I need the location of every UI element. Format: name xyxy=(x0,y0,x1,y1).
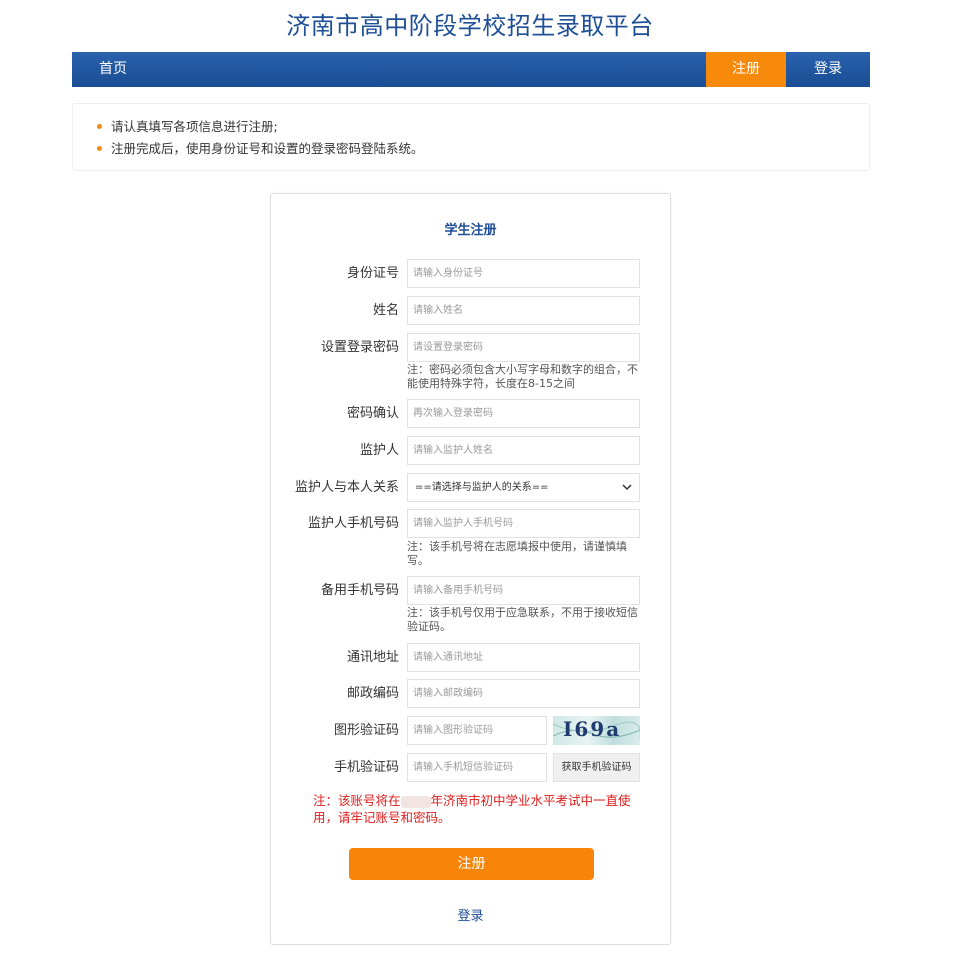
login-link[interactable]: 登录 xyxy=(271,905,670,924)
captcha-label: 图形验证码 xyxy=(333,723,399,738)
notice-item: 请认真填写各项信息进行注册; xyxy=(95,116,869,138)
confirm-password-input[interactable] xyxy=(407,399,640,428)
backup-phone-label: 备用手机号码 xyxy=(320,583,399,598)
postcode-input[interactable] xyxy=(407,679,640,708)
get-sms-code-button[interactable]: 获取手机验证码 xyxy=(553,753,640,782)
postcode-label: 邮政编码 xyxy=(346,686,399,701)
guardian-phone-input[interactable] xyxy=(407,509,640,538)
sms-code-input[interactable] xyxy=(407,753,547,782)
backup-phone-input[interactable] xyxy=(407,576,640,605)
guardian-phone-label: 监护人手机号码 xyxy=(307,516,399,531)
id-number-label: 身份证号 xyxy=(346,266,399,281)
bullet-icon xyxy=(97,124,102,129)
notice-text: 请认真填写各项信息进行注册; xyxy=(111,119,278,134)
site-title: 济南市高中阶段学校招生录取平台 xyxy=(286,12,654,40)
account-warning: 注：该账号将在 年济南市初中学业水平考试中一直使用，请牢记账号和密码。 xyxy=(313,792,633,826)
password-label: 设置登录密码 xyxy=(320,340,399,355)
nav-login-link[interactable]: 登录 xyxy=(786,52,870,87)
address-input[interactable] xyxy=(407,643,640,672)
register-submit-button[interactable]: 注册 xyxy=(349,848,594,880)
password-input[interactable] xyxy=(407,333,640,362)
captcha-image[interactable]: I69a xyxy=(553,716,640,745)
redacted-year xyxy=(400,795,431,808)
notice-text: 注册完成后，使用身份证号和设置的登录密码登陆系统。 xyxy=(111,141,424,156)
captcha-text: I69a xyxy=(563,717,622,741)
backup-phone-hint: 注：该手机号仅用于应急联系，不用于接收短信验证码。 xyxy=(407,606,638,633)
notice-box: 请认真填写各项信息进行注册; 注册完成后，使用身份证号和设置的登录密码登陆系统。 xyxy=(72,103,870,171)
form-title: 学生注册 xyxy=(444,223,497,238)
warning-prefix: 注：该账号将在 xyxy=(313,793,401,808)
sms-code-label: 手机验证码 xyxy=(333,760,399,775)
guardian-phone-hint: 注：该手机号将在志愿填报中使用，请谨慎填写。 xyxy=(407,540,627,567)
name-label: 姓名 xyxy=(372,303,399,318)
guardian-label: 监护人 xyxy=(359,443,399,458)
relation-select-value: ==请选择与监护人的关系== xyxy=(415,482,549,493)
confirm-password-label: 密码确认 xyxy=(346,406,399,421)
password-hint: 注：密码必须包含大小写字母和数字的组合，不能使用特殊字符，长度在8-15之间 xyxy=(407,363,638,390)
relation-select[interactable]: ==请选择与监护人的关系== xyxy=(407,473,640,502)
address-label: 通讯地址 xyxy=(346,650,399,665)
register-card: 学生注册 身份证号 姓名 设置登录密码 注：密码必须包含大小写字母和数字的组合，… xyxy=(270,193,671,945)
captcha-input[interactable] xyxy=(407,716,547,745)
top-navbar: 首页 注册 登录 xyxy=(72,52,870,87)
chevron-down-icon xyxy=(622,484,632,491)
name-input[interactable] xyxy=(407,296,640,325)
nav-register-link[interactable]: 注册 xyxy=(706,52,786,87)
nav-home-link[interactable]: 首页 xyxy=(99,52,127,87)
notice-item: 注册完成后，使用身份证号和设置的登录密码登陆系统。 xyxy=(95,138,869,160)
id-number-input[interactable] xyxy=(407,259,640,288)
bullet-icon xyxy=(97,146,102,151)
guardian-input[interactable] xyxy=(407,436,640,465)
relation-label: 监护人与本人关系 xyxy=(294,480,399,495)
